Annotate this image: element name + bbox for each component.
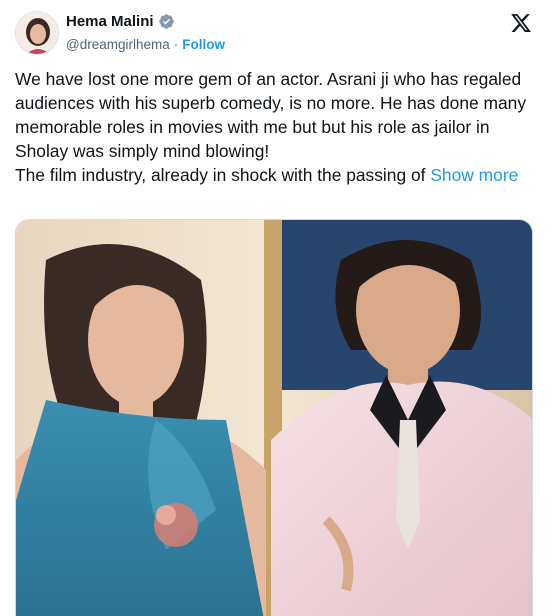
author-name[interactable]: Hema Malini	[66, 13, 154, 30]
photo-image	[16, 220, 532, 616]
avatar-image	[16, 12, 58, 54]
tweet-paragraph-1: We have lost one more gem of an actor. A…	[15, 69, 527, 161]
author-name-row: Hema Malini	[66, 13, 175, 30]
avatar[interactable]	[15, 11, 59, 55]
tweet-paragraph-2: The film industry, already in shock with…	[15, 163, 537, 187]
tweet-text: We have lost one more gem of an actor. A…	[15, 67, 537, 187]
x-logo-icon[interactable]	[510, 12, 532, 34]
author-handle[interactable]: @dreamgirlhema	[66, 37, 170, 52]
separator-dot: ·	[173, 37, 179, 52]
verified-badge-icon	[158, 13, 175, 30]
follow-button[interactable]: Follow	[182, 37, 225, 52]
tweet-card: Hema Malini @dreamgirlhema · Follow We h…	[0, 0, 551, 616]
tweet-paragraph-2-text: The film industry, already in shock with…	[15, 165, 426, 185]
author-handle-row: @dreamgirlhema · Follow	[66, 37, 225, 52]
tweet-photo[interactable]	[15, 219, 533, 616]
show-more-link[interactable]: Show more	[430, 165, 518, 185]
